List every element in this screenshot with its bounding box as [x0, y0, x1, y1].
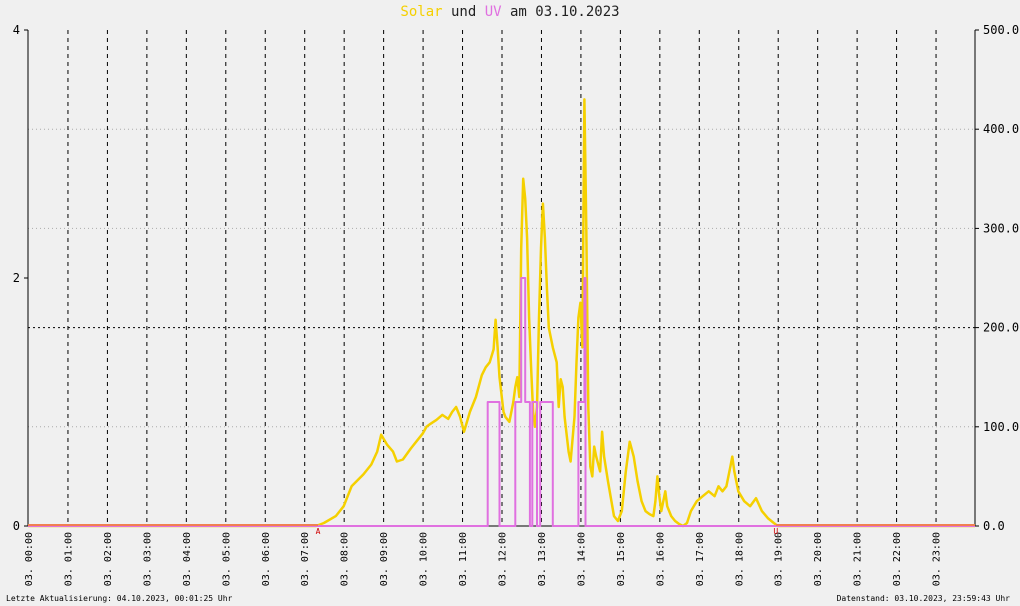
- x-tick-label: 03. 01:00: [63, 532, 74, 586]
- right-tick-label: 0.0: [983, 519, 1005, 533]
- right-tick-label: 200.0: [983, 321, 1019, 335]
- solar-uv-chart: 0 2 4 0.0 100.0 200.0 300.0 400.0 500.0 03. 00:00…: [13, 23, 1019, 586]
- x-tick-label: 03. 16:00: [655, 532, 666, 586]
- marker-u: U: [773, 527, 778, 536]
- right-tick-label: 400.0: [983, 122, 1019, 136]
- x-tick-label: 03. 05:00: [221, 532, 232, 586]
- right-tick-label: 300.0: [983, 221, 1019, 235]
- x-tick-label: 03. 07:00: [300, 532, 311, 586]
- x-tick-label: 03. 14:00: [576, 532, 587, 586]
- marker-a: A: [316, 527, 321, 536]
- x-tick-label: 03. 13:00: [537, 532, 548, 586]
- x-tick-label: 03. 03:00: [142, 532, 153, 586]
- x-tick-label: 03. 09:00: [379, 532, 390, 586]
- x-tick-label: 03. 00:00: [24, 532, 35, 586]
- x-tick-label: 03. 11:00: [458, 532, 469, 586]
- x-tick-label: 03. 17:00: [695, 532, 706, 586]
- x-tick-label: 03. 22:00: [892, 532, 903, 586]
- x-tick-label: 03. 02:00: [103, 532, 114, 586]
- data-status-text: Datenstand: 03.10.2023, 23:59:43 Uhr: [836, 594, 1010, 603]
- x-tick-label: 03. 10:00: [419, 532, 430, 586]
- x-tick-label: 03. 08:00: [340, 532, 351, 586]
- last-update-text: Letzte Aktualisierung: 04.10.2023, 00:01…: [6, 594, 233, 603]
- x-tick-label: 03. 23:00: [932, 532, 943, 586]
- x-tick-label: 03. 06:00: [261, 532, 272, 586]
- x-tick-label: 03. 12:00: [498, 532, 509, 586]
- x-tick-label: 03. 15:00: [616, 532, 627, 586]
- right-tick-label: 500.0: [983, 23, 1019, 37]
- left-tick-label: 2: [13, 271, 20, 285]
- x-tick-label: 03. 18:00: [734, 532, 745, 586]
- x-tick-label: 03. 20:00: [813, 532, 824, 586]
- left-tick-label: 0: [13, 519, 20, 533]
- x-tick-label: 03. 21:00: [853, 532, 864, 586]
- right-tick-label: 100.0: [983, 420, 1019, 434]
- x-tick-label: 03. 04:00: [182, 532, 193, 586]
- x-tick-label: 03. 19:00: [774, 532, 785, 586]
- left-tick-label: 4: [13, 23, 20, 37]
